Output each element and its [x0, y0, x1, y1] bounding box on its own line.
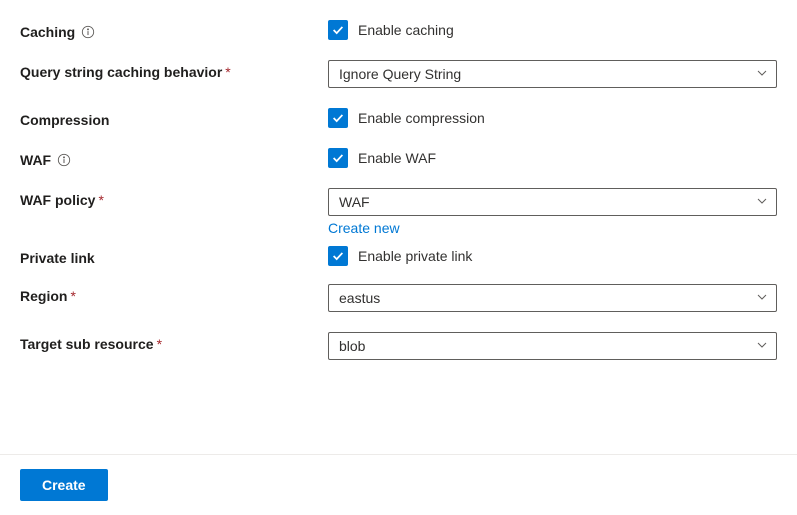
create-button[interactable]: Create: [20, 469, 108, 501]
enable-caching-text: Enable caching: [358, 22, 454, 38]
required-asterisk: *: [70, 288, 75, 304]
waf-policy-value: WAF: [339, 194, 370, 210]
query-string-label: Query string caching behavior *: [20, 60, 328, 80]
caching-label-text: Caching: [20, 24, 75, 40]
waf-label-text: WAF: [20, 152, 51, 168]
enable-waf-text: Enable WAF: [358, 150, 436, 166]
chevron-down-icon: [756, 66, 768, 82]
region-dropdown[interactable]: eastus: [328, 284, 777, 312]
region-label-text: Region: [20, 288, 67, 304]
caching-label: Caching: [20, 20, 328, 40]
waf-policy-dropdown[interactable]: WAF: [328, 188, 777, 216]
compression-label: Compression: [20, 108, 328, 128]
query-string-value: Ignore Query String: [339, 66, 461, 82]
info-icon[interactable]: [81, 25, 95, 39]
required-asterisk: *: [225, 64, 230, 80]
footer: Create: [0, 454, 797, 515]
private-link-label-text: Private link: [20, 250, 95, 266]
private-link-label: Private link: [20, 246, 328, 266]
enable-waf-checkbox[interactable]: [328, 148, 348, 168]
target-sub-value: blob: [339, 338, 365, 354]
waf-policy-label: WAF policy *: [20, 188, 328, 208]
enable-private-link-checkbox[interactable]: [328, 246, 348, 266]
info-icon[interactable]: [57, 153, 71, 167]
region-label: Region *: [20, 284, 328, 304]
enable-private-link-text: Enable private link: [358, 248, 472, 264]
required-asterisk: *: [157, 336, 162, 352]
enable-compression-checkbox[interactable]: [328, 108, 348, 128]
chevron-down-icon: [756, 290, 768, 306]
target-sub-label-text: Target sub resource: [20, 336, 154, 352]
region-value: eastus: [339, 290, 380, 306]
chevron-down-icon: [756, 194, 768, 210]
required-asterisk: *: [98, 192, 103, 208]
waf-label: WAF: [20, 148, 328, 168]
target-sub-dropdown[interactable]: blob: [328, 332, 777, 360]
create-new-link[interactable]: Create new: [328, 220, 400, 236]
query-string-dropdown[interactable]: Ignore Query String: [328, 60, 777, 88]
compression-label-text: Compression: [20, 112, 109, 128]
target-sub-label: Target sub resource *: [20, 332, 328, 352]
enable-compression-text: Enable compression: [358, 110, 485, 126]
query-string-label-text: Query string caching behavior: [20, 64, 222, 80]
chevron-down-icon: [756, 338, 768, 354]
enable-caching-checkbox[interactable]: [328, 20, 348, 40]
waf-policy-label-text: WAF policy: [20, 192, 95, 208]
